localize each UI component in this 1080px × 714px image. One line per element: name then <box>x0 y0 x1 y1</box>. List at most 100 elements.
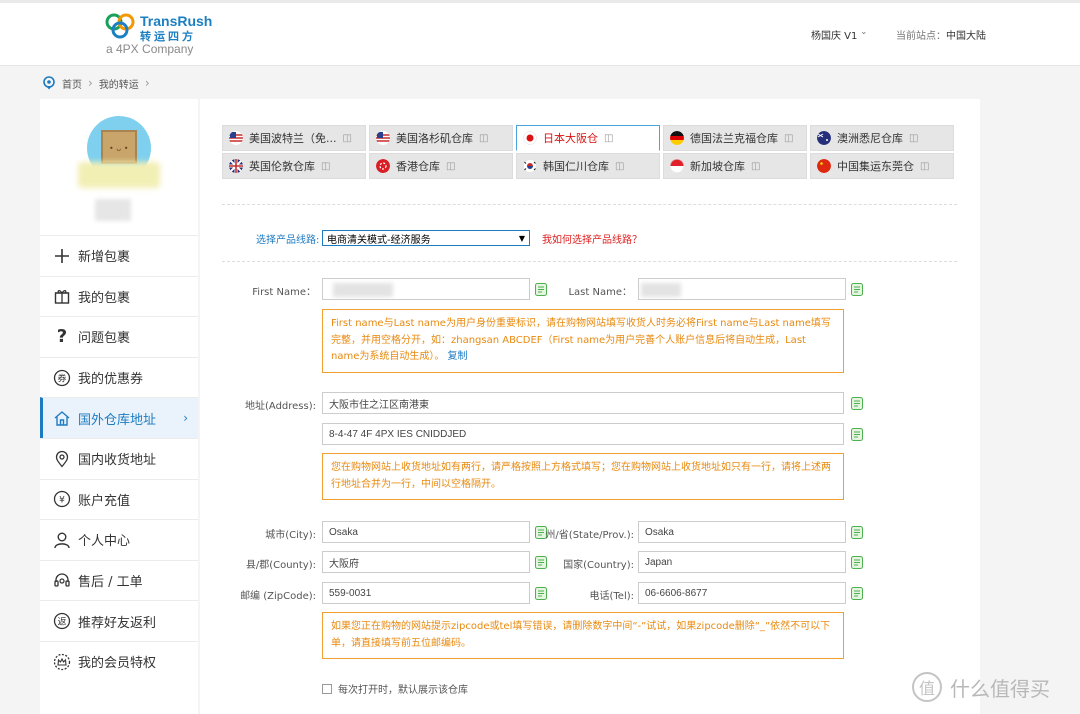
copy-icon[interactable] <box>851 397 863 410</box>
sidebar: • ᴗ • 新增包裹 我的包裹 ? 问题包裹 券 我的优惠券 国外仓库地址 › … <box>40 99 198 714</box>
book-icon: ◫ <box>751 160 761 172</box>
svg-text:返: 返 <box>57 616 66 628</box>
breadcrumb-home[interactable]: 首页 <box>62 76 82 91</box>
product-line-value: 电商清关模式-经济服务 <box>327 234 431 246</box>
book-icon: ◫ <box>604 132 614 144</box>
sidebar-item-personal-center[interactable]: 个人中心 <box>40 519 198 560</box>
tab-japan-osaka[interactable]: 日本大阪仓 ◫ <box>516 125 660 151</box>
book-icon: ◫ <box>920 160 930 172</box>
sidebar-item-label: 我的包裹 <box>78 290 131 306</box>
chevron-down-icon[interactable]: ⌄ <box>860 27 868 37</box>
sidebar-item-overseas-warehouse[interactable]: 国外仓库地址 › <box>40 397 198 438</box>
breadcrumb: 首页 › 我的转运 › <box>42 74 150 92</box>
address-notice: 您在购物网站上收货地址如有两行，请严格按照上方格式填写；您在购物网站上收货地址如… <box>322 453 844 500</box>
address-line2-field[interactable]: 8-4-47 4F 4PX IES CNIDDJED <box>322 423 844 445</box>
sidebar-item-label: 新增包裹 <box>78 250 131 266</box>
tab-hong-kong[interactable]: 香港仓库 ◫ <box>369 153 513 179</box>
tab-australia-sydney[interactable]: 澳洲悉尼仓库 ◫ <box>810 125 954 151</box>
logo-brand-en: TransRush <box>140 13 213 29</box>
copy-icon[interactable] <box>851 587 863 600</box>
tab-china-dongguan[interactable]: 中国集运东莞仓 ◫ <box>810 153 954 179</box>
name-notice-text: First name与Last name为用户身份重要标识，请在购物网站填写收货… <box>331 318 831 362</box>
sidebar-menu: 新增包裹 我的包裹 ? 问题包裹 券 我的优惠券 国外仓库地址 › 国内收货地址… <box>40 235 198 682</box>
tab-label: 澳洲悉尼仓库 <box>837 132 903 145</box>
plus-icon <box>52 246 72 266</box>
book-icon: ◫ <box>479 132 489 144</box>
sidebar-item-after-sales[interactable]: 售后 / 工单 <box>40 559 198 601</box>
tab-korea-incheon[interactable]: 韩国仁川仓库 ◫ <box>516 153 660 179</box>
zip-field[interactable]: 559-0031 <box>322 582 530 604</box>
sidebar-item-my-packages[interactable]: 我的包裹 <box>40 275 198 317</box>
city-field[interactable]: Osaka <box>322 521 530 543</box>
watermark-text: 什么值得买 <box>950 676 1050 701</box>
coupon-icon: 券 <box>52 368 72 388</box>
book-icon: ◫ <box>446 160 456 172</box>
logo-company: a 4PX Company <box>106 42 194 56</box>
user-icon <box>52 530 72 550</box>
breadcrumb-current[interactable]: 我的转运 <box>99 76 139 91</box>
tab-label: 英国伦敦仓库 <box>249 160 315 173</box>
transrush-logo-icon <box>105 13 135 39</box>
first-name-field[interactable] <box>322 278 530 300</box>
sidebar-item-label: 我的会员特权 <box>78 656 157 672</box>
sidebar-item-label: 售后 / 工单 <box>78 575 143 591</box>
blurred-last-name <box>641 283 681 297</box>
copy-icon[interactable] <box>851 526 863 539</box>
copy-icon[interactable] <box>851 428 863 441</box>
tel-field[interactable]: 06-6606-8677 <box>638 582 846 604</box>
book-icon: ◫ <box>909 132 919 144</box>
blurred-first-name <box>333 283 393 297</box>
tel-label: 电话(Tel): <box>589 591 634 602</box>
country-field[interactable]: Japan <box>638 551 846 573</box>
current-site[interactable]: 当前站点：中国大陆 <box>896 27 986 42</box>
watermark: 值 什么值得买 <box>912 672 1050 702</box>
crown-icon <box>52 652 72 672</box>
location-pin-icon <box>52 449 72 469</box>
county-field[interactable]: 大阪府 <box>322 551 530 573</box>
tab-germany-frankfurt[interactable]: 德国法兰克福仓库 ◫ <box>663 125 807 151</box>
question-icon: ? <box>56 326 68 348</box>
tab-singapore[interactable]: 新加坡仓库 ◫ <box>663 153 807 179</box>
tab-us-portland[interactable]: 美国波特兰（免... ◫ <box>222 125 366 151</box>
main-content: 美国波特兰（免... ◫ 美国洛杉矶仓库 ◫ 日本大阪仓 ◫ 德国法兰克福仓库 ◫ 澳洲… <box>200 99 980 714</box>
sidebar-item-label: 个人中心 <box>78 534 131 550</box>
chevron-right-icon: › <box>144 76 150 90</box>
address-line1-field[interactable]: 大阪市住之江区南港東 <box>322 392 844 414</box>
user-menu[interactable]: 杨国庆 V1 <box>811 27 857 42</box>
name-notice: First name与Last name为用户身份重要标识，请在购物网站填写收货… <box>322 309 844 373</box>
sidebar-item-recharge[interactable]: ¥ 账户充值 <box>40 478 198 520</box>
home-icon <box>52 408 72 428</box>
state-field[interactable]: Osaka <box>638 521 846 543</box>
sidebar-item-domestic-address[interactable]: 国内收货地址 <box>40 437 198 479</box>
copy-link[interactable]: 复制 <box>448 351 468 362</box>
book-icon: ◫ <box>784 132 794 144</box>
chevron-right-icon: › <box>183 411 188 426</box>
sidebar-item-problem-packages[interactable]: ? 问题包裹 <box>40 316 198 357</box>
sidebar-item-referral[interactable]: 返 推荐好友返利 <box>40 600 198 641</box>
rebate-icon: 返 <box>52 611 72 631</box>
tab-label: 德国法兰克福仓库 <box>690 132 778 145</box>
site-label: 当前站点： <box>896 31 946 42</box>
au-flag-icon <box>817 131 831 145</box>
copy-icon[interactable] <box>535 283 547 296</box>
book-icon: ◫ <box>342 132 352 144</box>
tab-uk-london[interactable]: 英国伦敦仓库 ◫ <box>222 153 366 179</box>
product-line-row: 选择产品线路: 电商清关模式-经济服务 ▼ 我如何选择产品线路？ <box>256 229 642 247</box>
book-icon: ◫ <box>321 160 331 172</box>
svg-text:¥: ¥ <box>59 496 65 506</box>
default-warehouse-checkbox[interactable] <box>322 683 332 694</box>
hk-flag-icon <box>376 159 390 173</box>
product-line-help-link[interactable]: 我如何选择产品线路？ <box>542 231 642 246</box>
sidebar-item-member-privileges[interactable]: 我的会员特权 <box>40 640 198 682</box>
avatar-face: • ᴗ • <box>109 144 129 153</box>
gift-icon <box>52 286 72 306</box>
transrush-logo[interactable]: TransRush 转运四方 a 4PX Company <box>104 12 214 58</box>
copy-icon[interactable] <box>851 556 863 569</box>
copy-icon[interactable] <box>851 283 863 296</box>
sidebar-item-coupons[interactable]: 券 我的优惠券 <box>40 356 198 398</box>
tab-us-los-angeles[interactable]: 美国洛杉矶仓库 ◫ <box>369 125 513 151</box>
product-line-select[interactable]: 电商清关模式-经济服务 ▼ <box>322 230 530 246</box>
sidebar-item-add-package[interactable]: 新增包裹 <box>40 235 198 276</box>
sidebar-item-label: 账户充值 <box>78 493 131 509</box>
last-name-field[interactable] <box>638 278 846 300</box>
